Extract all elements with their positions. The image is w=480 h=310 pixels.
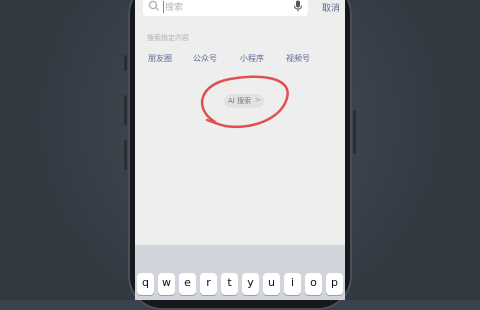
key-p[interactable]: p bbox=[326, 273, 343, 295]
highlight-circle bbox=[200, 75, 289, 129]
cancel-button[interactable]: 取消 bbox=[322, 1, 340, 14]
volume-up-button bbox=[124, 95, 127, 125]
side-button bbox=[124, 55, 127, 71]
key-w[interactable]: w bbox=[158, 273, 175, 295]
search-icon bbox=[148, 0, 159, 11]
search-input[interactable]: 搜索 bbox=[165, 0, 183, 13]
power-button bbox=[353, 110, 356, 154]
key-y[interactable]: y bbox=[242, 273, 259, 295]
key-q[interactable]: q bbox=[137, 273, 154, 295]
category-moments[interactable]: 朋友圈 bbox=[148, 53, 172, 64]
key-r[interactable]: r bbox=[200, 273, 217, 295]
phone-screen: 搜索 取消 搜索指定内容 朋友圈 公众号 小程序 视频号 AI 搜索 > q w… bbox=[135, 0, 345, 300]
search-hint: 搜索指定内容 bbox=[147, 34, 189, 42]
keyboard: q w e r t y u i o p bbox=[135, 245, 345, 300]
category-official-accounts[interactable]: 公众号 bbox=[193, 53, 217, 64]
key-i[interactable]: i bbox=[284, 273, 301, 295]
key-t[interactable]: t bbox=[221, 273, 238, 295]
key-o[interactable]: o bbox=[305, 273, 322, 295]
category-mini-programs[interactable]: 小程序 bbox=[240, 53, 264, 64]
search-bar[interactable]: 搜索 bbox=[143, 0, 308, 16]
microphone-icon[interactable] bbox=[293, 0, 303, 12]
key-u[interactable]: u bbox=[263, 273, 280, 295]
text-cursor bbox=[163, 1, 164, 13]
category-channels[interactable]: 视频号 bbox=[286, 53, 310, 64]
key-e[interactable]: e bbox=[179, 273, 196, 295]
volume-down-button bbox=[124, 140, 127, 170]
